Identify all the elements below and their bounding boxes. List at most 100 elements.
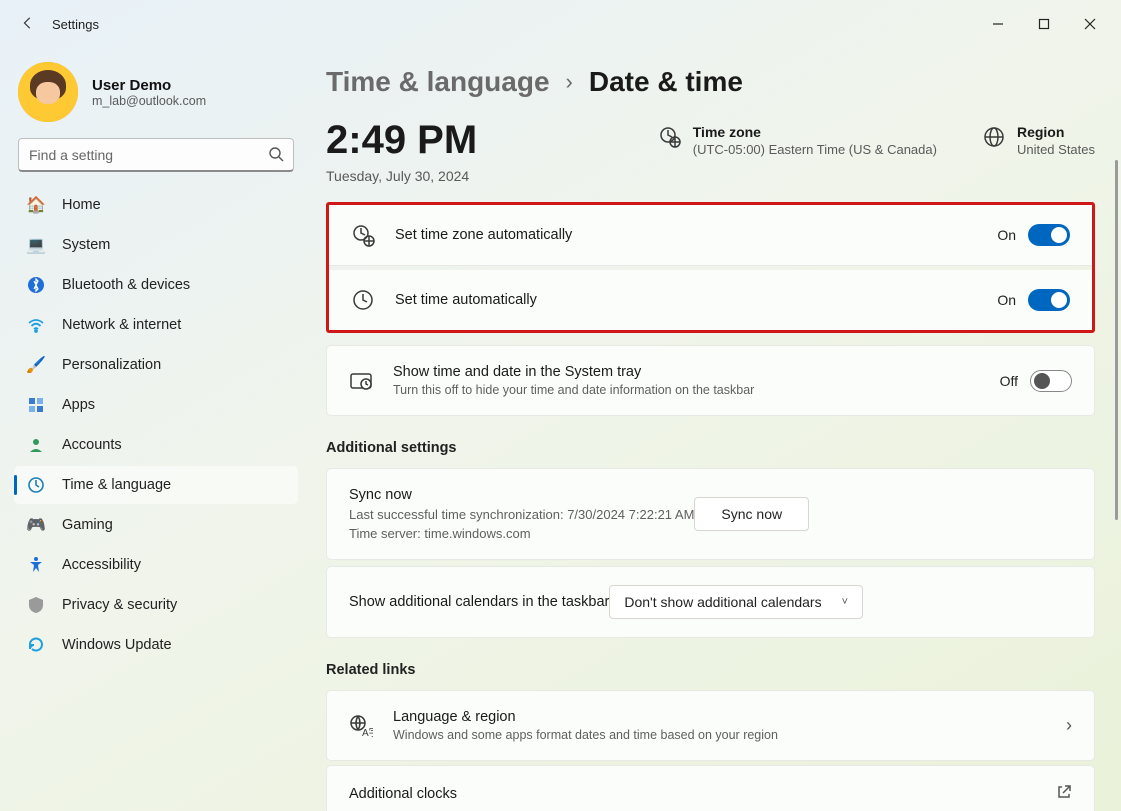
sidebar-item-home[interactable]: 🏠 Home	[14, 186, 298, 224]
sidebar-item-accounts[interactable]: Accounts	[14, 426, 298, 464]
close-button[interactable]	[1067, 8, 1113, 40]
link-sub: Windows and some apps format dates and t…	[393, 728, 778, 742]
breadcrumb-parent[interactable]: Time & language	[326, 66, 550, 98]
wifi-icon	[26, 315, 46, 335]
shield-icon	[26, 595, 46, 615]
clock-globe-icon	[26, 475, 46, 495]
sidebar: User Demo m_lab@outlook.com 🏠 Home 💻 Syste…	[0, 48, 310, 811]
clock-block: 2:49 PM Tuesday, July 30, 2024	[326, 120, 477, 184]
sync-now-button[interactable]: Sync now	[694, 497, 809, 531]
sidebar-item-label: Network & internet	[62, 317, 181, 333]
home-icon: 🏠	[26, 195, 46, 215]
sidebar-item-bluetooth[interactable]: Bluetooth & devices	[14, 266, 298, 304]
person-icon	[26, 435, 46, 455]
timezone-value: (UTC-05:00) Eastern Time (US & Canada)	[693, 142, 937, 157]
sidebar-nav: 🏠 Home 💻 System Bluetooth & devices Networ…	[14, 186, 298, 664]
sidebar-item-label: Accounts	[62, 437, 122, 453]
section-heading-additional: Additional settings	[326, 440, 1095, 456]
link-language-region[interactable]: A字 Language & region Windows and some ap…	[326, 690, 1095, 761]
region-info: Region United States	[983, 124, 1095, 157]
search-icon	[268, 146, 284, 165]
current-time: 2:49 PM	[326, 120, 477, 160]
sidebar-item-label: Apps	[62, 397, 95, 413]
back-button[interactable]	[8, 16, 48, 33]
current-date: Tuesday, July 30, 2024	[326, 168, 477, 184]
sidebar-item-label: Gaming	[62, 517, 113, 533]
toggle-state: On	[997, 292, 1016, 308]
region-value: United States	[1017, 142, 1095, 157]
toggle-system-tray[interactable]	[1030, 370, 1072, 392]
setting-auto-time[interactable]: Set time automatically On	[329, 270, 1092, 330]
setting-auto-timezone[interactable]: Set time zone automatically On	[329, 205, 1092, 266]
language-icon: A字	[349, 714, 373, 738]
content-area: Time & language › Date & time 2:49 PM Tu…	[310, 48, 1121, 811]
window-title: Settings	[52, 17, 99, 32]
breadcrumb-current: Date & time	[589, 66, 743, 98]
taskbar-clock-icon	[349, 369, 373, 393]
globe-icon	[983, 126, 1005, 148]
avatar	[18, 62, 78, 122]
setting-label: Show time and date in the System tray	[393, 364, 754, 380]
toggle-state: On	[997, 227, 1016, 243]
toggle-state: Off	[1000, 373, 1018, 389]
chevron-down-icon: ˅	[842, 596, 848, 608]
breadcrumb: Time & language › Date & time	[326, 66, 1095, 98]
svg-text:A字: A字	[362, 726, 373, 738]
section-heading-related: Related links	[326, 662, 1095, 678]
sidebar-item-label: Home	[62, 197, 101, 213]
region-label: Region	[1017, 124, 1095, 140]
setting-sublabel: Turn this off to hide your time and date…	[393, 383, 754, 397]
sidebar-item-label: System	[62, 237, 110, 253]
toggle-auto-timezone[interactable]	[1028, 224, 1070, 246]
sidebar-item-network[interactable]: Network & internet	[14, 306, 298, 344]
gamepad-icon: 🎮	[26, 515, 46, 535]
sidebar-item-personalization[interactable]: 🖌️ Personalization	[14, 346, 298, 384]
sidebar-item-label: Personalization	[62, 357, 161, 373]
sync-title: Sync now	[349, 487, 694, 503]
user-block[interactable]: User Demo m_lab@outlook.com	[14, 56, 298, 136]
link-title: Additional clocks	[349, 786, 457, 802]
bluetooth-icon	[26, 275, 46, 295]
setting-label: Set time automatically	[395, 292, 537, 308]
sidebar-item-apps[interactable]: Apps	[14, 386, 298, 424]
highlight-box: Set time zone automatically On Set time …	[326, 202, 1095, 333]
search-input[interactable]	[18, 138, 294, 172]
sidebar-item-label: Accessibility	[62, 557, 141, 573]
sidebar-item-system[interactable]: 💻 System	[14, 226, 298, 264]
panel-additional-calendars[interactable]: Show additional calendars in the taskbar…	[326, 566, 1095, 638]
setting-system-tray[interactable]: Show time and date in the System tray Tu…	[326, 345, 1095, 416]
sidebar-item-label: Bluetooth & devices	[62, 277, 190, 293]
link-additional-clocks[interactable]: Additional clocks	[326, 765, 1095, 811]
link-title: Language & region	[393, 709, 778, 725]
user-email: m_lab@outlook.com	[92, 94, 206, 108]
sidebar-item-gaming[interactable]: 🎮 Gaming	[14, 506, 298, 544]
calendars-select[interactable]: Don't show additional calendars ˅	[609, 585, 863, 619]
apps-icon	[26, 395, 46, 415]
sidebar-item-update[interactable]: Windows Update	[14, 626, 298, 664]
sync-server: Time server: time.windows.com	[349, 526, 694, 541]
maximize-button[interactable]	[1021, 8, 1067, 40]
sidebar-item-accessibility[interactable]: Accessibility	[14, 546, 298, 584]
clock-globe-icon	[659, 126, 681, 148]
chevron-right-icon: ›	[566, 69, 573, 95]
user-name: User Demo	[92, 77, 206, 94]
open-external-icon	[1056, 784, 1072, 803]
scrollbar[interactable]	[1115, 160, 1118, 520]
titlebar: Settings	[0, 0, 1121, 48]
clock-globe-icon	[351, 223, 375, 247]
minimize-button[interactable]	[975, 8, 1021, 40]
refresh-icon	[26, 635, 46, 655]
setting-label: Set time zone automatically	[395, 227, 572, 243]
sidebar-item-time-language[interactable]: Time & language	[14, 466, 298, 504]
sidebar-item-label: Time & language	[62, 477, 171, 493]
system-icon: 💻	[26, 235, 46, 255]
calendars-label: Show additional calendars in the taskbar	[349, 594, 609, 610]
sidebar-item-label: Privacy & security	[62, 597, 177, 613]
sidebar-item-privacy[interactable]: Privacy & security	[14, 586, 298, 624]
timezone-info: Time zone (UTC-05:00) Eastern Time (US &…	[659, 124, 937, 157]
calendars-value: Don't show additional calendars	[624, 594, 821, 610]
sync-last: Last successful time synchronization: 7/…	[349, 507, 694, 522]
toggle-auto-time[interactable]	[1028, 289, 1070, 311]
accessibility-icon	[26, 555, 46, 575]
brush-icon: 🖌️	[26, 355, 46, 375]
